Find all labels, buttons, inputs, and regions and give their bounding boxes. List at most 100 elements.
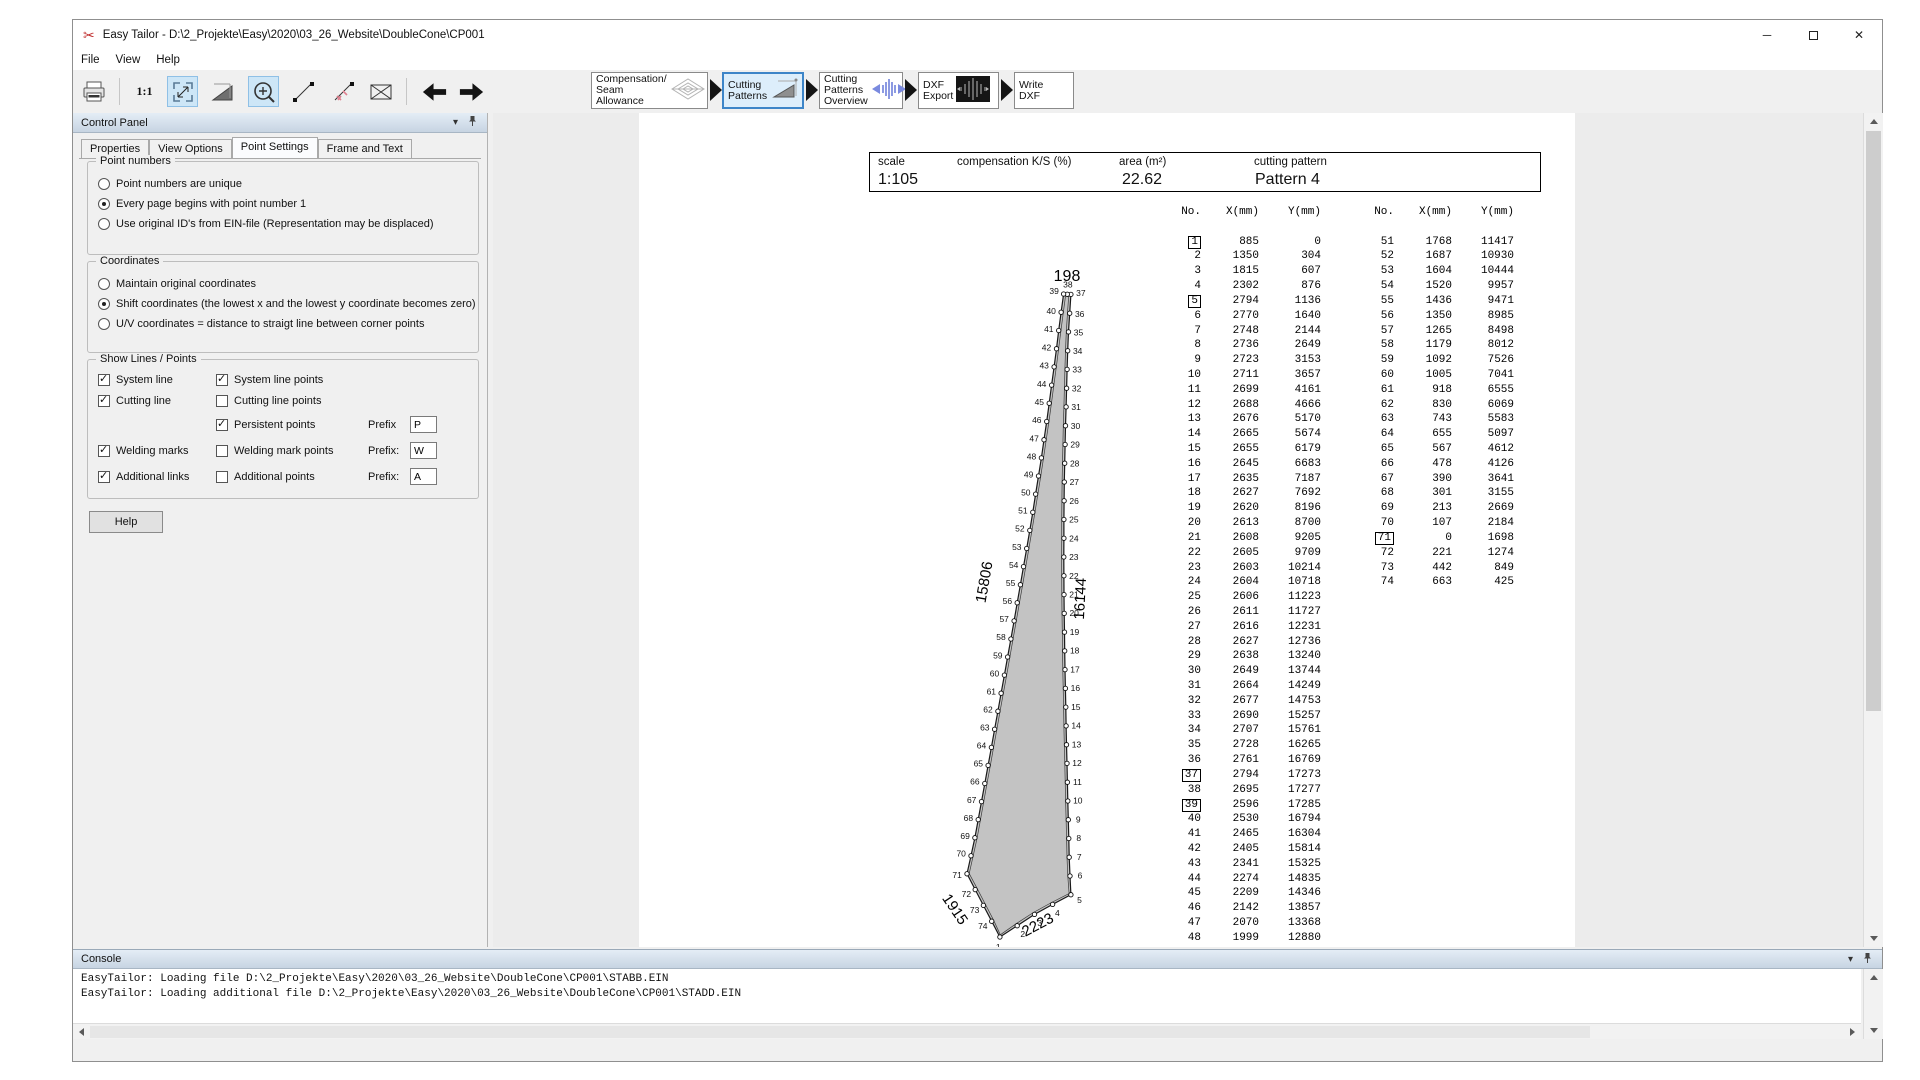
- point-row: 619186555: [1358, 383, 1514, 398]
- radio-icon[interactable]: [98, 318, 110, 330]
- pattern-point: [1050, 902, 1054, 906]
- point-row: 683013155: [1358, 486, 1514, 501]
- point-row: 7101698: [1358, 531, 1514, 546]
- radio-icon[interactable]: [98, 178, 110, 190]
- point-row: 827362649: [1165, 338, 1321, 353]
- print-button[interactable]: [78, 76, 109, 107]
- workflow-step-compensation-seamallowance[interactable]: Compensation/ Seam Allowance: [591, 72, 708, 109]
- control-panel-header[interactable]: Control Panel ▾: [73, 113, 487, 133]
- checkbox-icon[interactable]: [216, 374, 228, 386]
- point-row: 701072184: [1358, 516, 1514, 531]
- zoom-in-button[interactable]: [248, 76, 279, 107]
- pin-icon[interactable]: [468, 115, 477, 130]
- workflow-step-write-dxf[interactable]: Write DXF: [1014, 72, 1074, 109]
- measure-points-button[interactable]: [328, 76, 359, 107]
- workflow-step-cutting-patterns[interactable]: Cutting Patterns: [722, 72, 804, 109]
- point-row: 46214213857: [1165, 901, 1321, 916]
- prefix-input[interactable]: [410, 442, 437, 459]
- scrollbar-thumb[interactable]: [90, 1026, 1590, 1038]
- scroll-up-icon[interactable]: [1864, 113, 1883, 130]
- point-row: 51176811417: [1358, 235, 1514, 250]
- close-button[interactable]: ✕: [1836, 20, 1882, 50]
- point-number-label: 74: [978, 921, 988, 931]
- tab-frame-and-text[interactable]: Frame and Text: [318, 139, 412, 158]
- checkbox-icon[interactable]: [98, 395, 110, 407]
- help-button[interactable]: Help: [89, 511, 163, 533]
- scroll-down-icon[interactable]: [1864, 1022, 1883, 1039]
- checkbox-icon[interactable]: [98, 445, 110, 457]
- scroll-right-icon[interactable]: [1844, 1024, 1861, 1040]
- menu-view[interactable]: View: [108, 54, 149, 66]
- checkbox-icon[interactable]: [216, 445, 228, 457]
- point-number-label: 26: [1069, 496, 1079, 506]
- pattern-point: [1061, 292, 1065, 296]
- checkbox-icon[interactable]: [216, 419, 228, 431]
- point-row: 5613508985: [1358, 309, 1514, 324]
- scroll-left-icon[interactable]: [73, 1024, 90, 1040]
- control-panel: Control Panel ▾ PropertiesView OptionsPo…: [73, 113, 488, 947]
- back-button[interactable]: [419, 76, 450, 107]
- point-number-label: 37: [1076, 288, 1086, 298]
- point-numbers-option[interactable]: Use original ID's from EIN-file (Represe…: [98, 218, 478, 230]
- console-horizontal-scrollbar[interactable]: [73, 1023, 1861, 1039]
- point-numbers-option[interactable]: Every page begins with point number 1: [98, 198, 478, 210]
- console-vertical-scrollbar[interactable]: [1863, 969, 1883, 1039]
- measure-line-button[interactable]: [288, 76, 319, 107]
- checkbox-icon[interactable]: [98, 374, 110, 386]
- prefix-input[interactable]: [410, 468, 437, 485]
- point-numbers-option[interactable]: Point numbers are unique: [98, 178, 478, 190]
- coordinates-option[interactable]: Maintain original coordinates: [98, 278, 478, 290]
- radio-icon[interactable]: [98, 298, 110, 310]
- show-pattern-button[interactable]: [207, 76, 238, 107]
- pin-icon[interactable]: [1863, 952, 1872, 967]
- drawing-canvas[interactable]: scale 1:105 compensation K/S (%) area (m…: [493, 113, 1863, 947]
- select-region-button[interactable]: [365, 76, 396, 107]
- point-number-label: 10: [1073, 796, 1083, 806]
- console-header[interactable]: Console ▾: [73, 949, 1882, 969]
- chevron-down-icon[interactable]: ▾: [453, 117, 458, 128]
- pattern-point: [1066, 330, 1070, 334]
- zoom-one-to-one-button[interactable]: 1:1: [129, 76, 160, 107]
- scrollbar-thumb[interactable]: [1866, 131, 1881, 711]
- pattern-point: [1009, 637, 1013, 641]
- point-row: 35272816265: [1165, 738, 1321, 753]
- point-number-label: 17: [1070, 665, 1080, 675]
- point-table-column-1: No.X(mm)Y(mm)188502135030431815607423028…: [1165, 205, 1321, 946]
- radio-icon[interactable]: [98, 218, 110, 230]
- checkbox-label: Persistent points: [234, 419, 315, 431]
- checkbox-label: Cutting line: [116, 395, 171, 407]
- workflow-step-dxf-export[interactable]: DXF Export: [918, 72, 999, 109]
- checkbox-icon[interactable]: [98, 471, 110, 483]
- radio-icon[interactable]: [98, 198, 110, 210]
- radio-icon[interactable]: [98, 278, 110, 290]
- point-number-label: 36: [1075, 309, 1085, 319]
- scroll-up-icon[interactable]: [1864, 969, 1883, 986]
- minimize-button[interactable]: ─: [1744, 20, 1790, 50]
- checkbox-label: System line: [116, 374, 173, 386]
- tab-point-settings[interactable]: Point Settings: [232, 137, 318, 158]
- prefix-input[interactable]: [410, 416, 437, 433]
- checkbox-icon[interactable]: [216, 471, 228, 483]
- point-number-label: 43: [1039, 361, 1049, 371]
- maximize-button[interactable]: [1790, 20, 1836, 50]
- point-row: 24260410718: [1165, 575, 1321, 590]
- forward-button[interactable]: [456, 76, 487, 107]
- scroll-down-icon[interactable]: [1864, 930, 1883, 947]
- chevron-down-icon[interactable]: ▾: [1848, 954, 1853, 965]
- canvas-vertical-scrollbar[interactable]: [1863, 113, 1883, 947]
- fit-view-button[interactable]: [167, 76, 198, 107]
- point-number-label: 51: [1018, 506, 1028, 516]
- point-number-label: 62: [983, 705, 993, 715]
- menu-file[interactable]: File: [73, 54, 108, 66]
- point-row: 673903641: [1358, 472, 1514, 487]
- checkbox-icon[interactable]: [216, 395, 228, 407]
- point-number-label: 40: [1046, 306, 1056, 316]
- workflow-step-cutting-patterns-overview[interactable]: Cutting Patterns Overview: [819, 72, 903, 109]
- coordinates-option[interactable]: U/V coordinates = distance to straigt li…: [98, 318, 478, 330]
- window-controls: ─✕: [1744, 20, 1882, 50]
- point-number-label: 70: [956, 849, 966, 859]
- point-row: 664784126: [1358, 457, 1514, 472]
- pattern-point: [1049, 383, 1053, 387]
- coordinates-option[interactable]: Shift coordinates (the lowest x and the …: [98, 298, 478, 310]
- menu-help[interactable]: Help: [148, 54, 188, 66]
